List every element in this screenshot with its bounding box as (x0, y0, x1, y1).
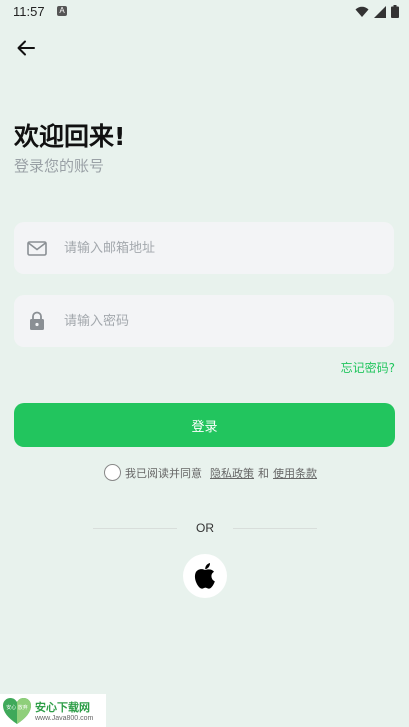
password-input[interactable] (62, 312, 366, 330)
email-field[interactable] (14, 222, 394, 274)
status-icons (355, 5, 399, 18)
terms-link[interactable]: 使用条款 (273, 465, 317, 481)
apple-icon (194, 563, 215, 589)
or-divider: OR (93, 521, 317, 537)
lock-icon (25, 311, 49, 331)
agreement-and: 和 (258, 466, 269, 480)
signal-icon (374, 5, 386, 18)
login-button[interactable]: 登录 (14, 403, 395, 447)
watermark: 安心 放弃 安心下载网 www.Java800.com (0, 694, 106, 727)
password-field[interactable] (14, 295, 394, 347)
status-time: 11:57 (13, 4, 45, 19)
privacy-policy-link[interactable]: 隐私政策 (210, 465, 254, 481)
email-input[interactable] (62, 239, 366, 257)
watermark-title: 安心下载网 (35, 701, 90, 714)
agreement-row: 我已阅读并同意 隐私政策 和 使用条款 (104, 464, 317, 481)
watermark-url: www.Java800.com (35, 715, 94, 722)
page-subtitle: 登录您的账号 (14, 157, 105, 175)
back-button[interactable] (12, 35, 40, 61)
mail-icon (25, 240, 49, 256)
watermark-logo: 安心 放弃 (3, 697, 31, 724)
notification-icon: A (57, 6, 67, 16)
watermark-logo-text: 安心 放弃 (6, 704, 28, 711)
back-arrow-icon (17, 40, 35, 56)
wifi-icon (355, 6, 369, 17)
forgot-password-link[interactable]: 忘记密码? (341, 359, 395, 376)
agreement-prefix: 我已阅读并同意 (125, 466, 202, 480)
apple-login-button[interactable] (183, 554, 227, 598)
battery-icon (391, 5, 399, 18)
agree-radio[interactable] (104, 464, 121, 481)
divider-line-right (233, 528, 317, 529)
status-bar: 11:57 A (0, 0, 409, 24)
page-title: 欢迎回来! (14, 122, 126, 151)
